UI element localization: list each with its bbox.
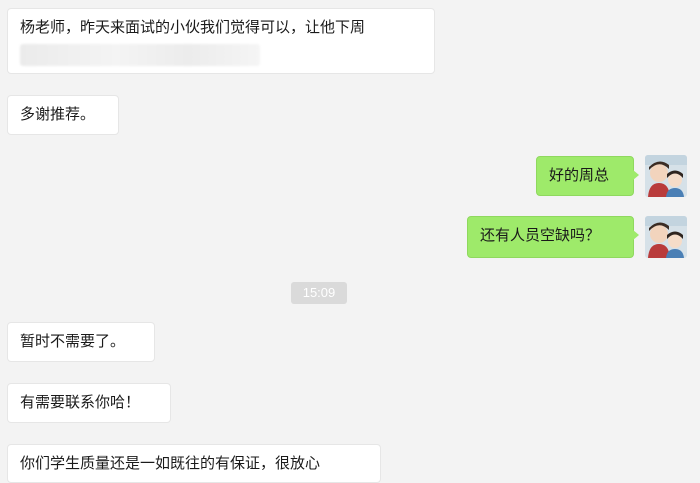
- message-bubble-incoming[interactable]: 多谢推荐。: [7, 95, 119, 135]
- message-text: 有需要联系你哈！: [20, 393, 141, 411]
- message-bubble-incoming[interactable]: 杨老师，昨天来面试的小伙我们觉得可以，让他下周: [7, 8, 435, 74]
- user-avatar[interactable]: [645, 216, 687, 258]
- message-bubble-outgoing[interactable]: 好的周总: [536, 156, 639, 196]
- redacted-text-blur: [20, 44, 260, 66]
- message-bubble-incoming[interactable]: 你们学生质量还是一如既往的有保证，很放心: [7, 444, 381, 483]
- time-divider: 15:09: [291, 282, 347, 304]
- user-avatar[interactable]: [645, 155, 687, 197]
- avatar-photo-icon: [645, 155, 687, 197]
- message-text: 你们学生质量还是一如既往的有保证，很放心: [20, 454, 321, 472]
- message-bubble-incoming[interactable]: 有需要联系你哈！: [7, 383, 171, 423]
- message-text: 多谢推荐。: [20, 105, 96, 123]
- message-text: 杨老师，昨天来面试的小伙我们觉得可以，让他下周: [20, 18, 366, 36]
- chat-window: 杨老师，昨天来面试的小伙我们觉得可以，让他下周 多谢推荐。 好的周总 还有人员空…: [0, 0, 700, 483]
- message-text: 暂时不需要了。: [20, 332, 126, 350]
- message-text: 好的周总: [549, 166, 610, 184]
- message-bubble-incoming[interactable]: 暂时不需要了。: [7, 322, 155, 362]
- message-bubble-outgoing[interactable]: 还有人员空缺吗？: [467, 216, 639, 258]
- message-text: 还有人员空缺吗？: [480, 226, 601, 244]
- avatar-photo-icon: [645, 216, 687, 258]
